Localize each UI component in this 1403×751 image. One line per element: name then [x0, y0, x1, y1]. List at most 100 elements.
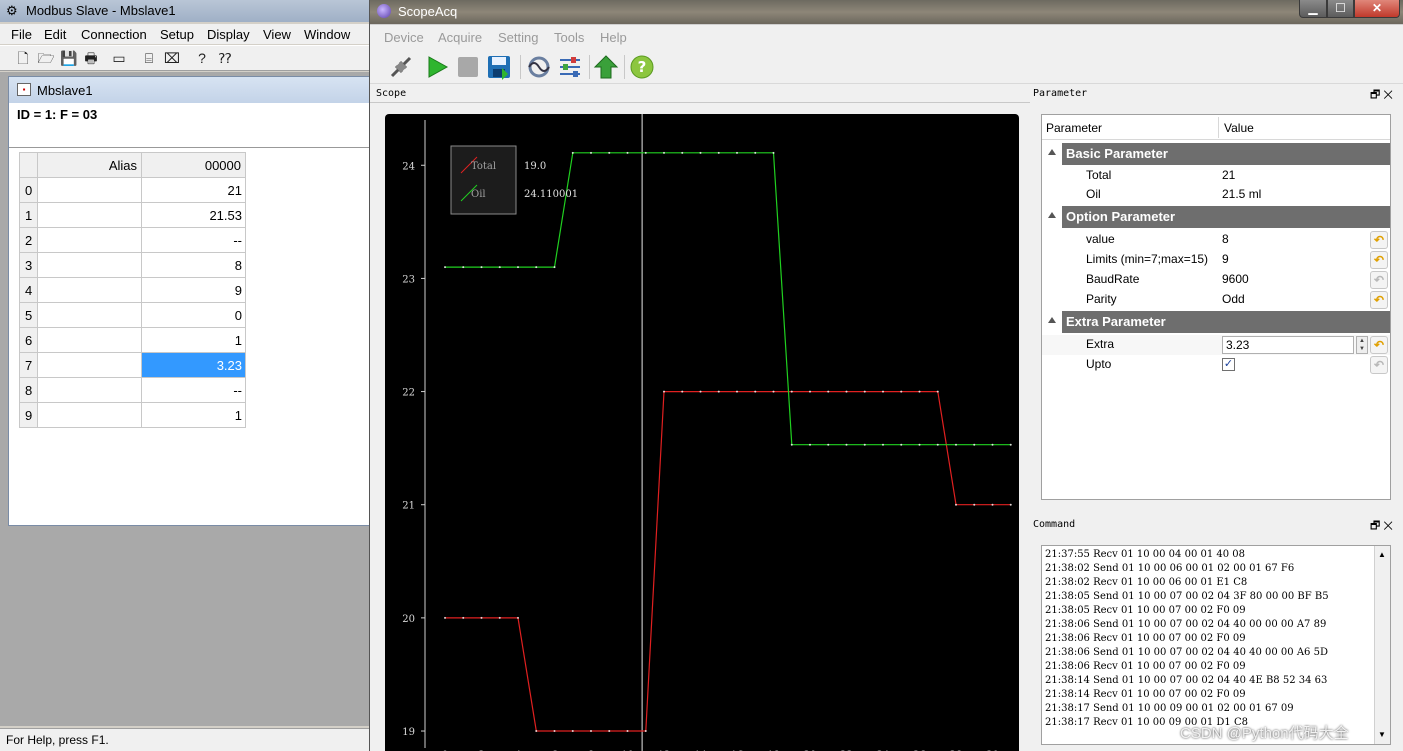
grid-row[interactable]: 1 21.53	[19, 202, 246, 228]
group-extra-parameter[interactable]: Extra Parameter	[1042, 311, 1390, 333]
grid-header-address[interactable]: 00000	[141, 152, 246, 178]
row-index[interactable]: 9	[19, 402, 38, 428]
alias-cell[interactable]	[37, 302, 142, 328]
param-value[interactable]: 9	[1222, 252, 1229, 266]
group-option-parameter[interactable]: Option Parameter	[1042, 206, 1390, 228]
modbus-titlebar[interactable]: ⚙ Modbus Slave - Mbslave1	[0, 0, 372, 22]
extra-spin-buttons[interactable]: ▲ ▼	[1356, 336, 1368, 354]
grid-row[interactable]: 2 --	[19, 227, 246, 253]
grid-row[interactable]: 7 3.23	[19, 352, 246, 378]
reset-undo-icon[interactable]: ↶	[1370, 291, 1388, 309]
row-index[interactable]: 7	[19, 352, 38, 378]
alias-cell[interactable]	[37, 177, 142, 203]
reset-undo-icon[interactable]: ↶	[1370, 231, 1388, 249]
value-cell[interactable]: --	[141, 377, 246, 403]
scroll-down-icon[interactable]: ▼	[1378, 730, 1386, 739]
menu-window[interactable]: Window	[304, 27, 350, 42]
window-icon[interactable]: ▭	[110, 49, 128, 67]
value-cell[interactable]: 1	[141, 402, 246, 428]
row-index[interactable]: 0	[19, 177, 38, 203]
grid-row[interactable]: 91	[19, 402, 246, 428]
open-folder-icon[interactable]: 🗁	[37, 49, 55, 67]
menu-file[interactable]: File	[11, 27, 32, 42]
param-value[interactable]: 9600	[1222, 272, 1249, 286]
grid-row[interactable]: 8 --	[19, 377, 246, 403]
value-cell[interactable]: 8	[141, 252, 246, 278]
signal-settings-icon[interactable]	[526, 54, 552, 80]
param-row-extra[interactable]: Extra ▲▼ ↶	[1042, 335, 1390, 355]
value-cell[interactable]: 9	[141, 277, 246, 303]
param-row-upto[interactable]: Upto ✓ ↶	[1042, 355, 1390, 375]
save-disk-icon[interactable]	[486, 54, 512, 80]
param-value[interactable]: Odd	[1222, 292, 1245, 306]
row-index[interactable]: 8	[19, 377, 38, 403]
save-icon[interactable]: 💾	[60, 49, 78, 67]
alias-cell[interactable]	[37, 402, 142, 428]
param-row-value[interactable]: value 8 ↶	[1042, 230, 1390, 250]
grid-row[interactable]: 38	[19, 252, 246, 278]
menu-display[interactable]: Display	[207, 27, 250, 42]
grid-header-alias[interactable]: Alias	[37, 152, 142, 178]
alias-cell[interactable]	[37, 252, 142, 278]
param-row-total[interactable]: Total 21	[1042, 166, 1390, 186]
extra-value-input[interactable]	[1222, 336, 1354, 354]
alias-cell[interactable]	[37, 227, 142, 253]
value-cell[interactable]: 0	[141, 302, 246, 328]
menu-acquire[interactable]: Acquire	[438, 30, 482, 45]
scroll-up-icon[interactable]: ▲	[1378, 550, 1386, 559]
param-value[interactable]: 21	[1222, 168, 1235, 182]
collapse-arrow-icon[interactable]	[1048, 212, 1056, 218]
menu-setting[interactable]: Setting	[498, 30, 538, 45]
command-dock-buttons[interactable]: 🗗 ✕	[1370, 517, 1393, 536]
value-cell[interactable]: 1	[141, 327, 246, 353]
menu-edit[interactable]: Edit	[44, 27, 66, 42]
maximize-button[interactable]: ☐	[1327, 0, 1354, 18]
upload-arrow-icon[interactable]	[593, 54, 619, 80]
command-log[interactable]: 21:37:55 Recv 01 10 00 04 00 01 40 08 21:…	[1041, 545, 1391, 745]
group-basic-parameter[interactable]: Basic Parameter	[1042, 143, 1390, 165]
menu-setup[interactable]: Setup	[160, 27, 194, 42]
value-cell[interactable]: 21	[141, 177, 246, 203]
stop-icon[interactable]	[455, 54, 481, 80]
print-icon[interactable]: 🖶	[82, 49, 100, 67]
row-index[interactable]: 4	[19, 277, 38, 303]
grid-row[interactable]: 0 21	[19, 177, 246, 203]
row-index[interactable]: 5	[19, 302, 38, 328]
context-help-icon[interactable]: ⁇	[216, 49, 234, 67]
reset-undo-icon[interactable]: ↶	[1370, 336, 1388, 354]
row-index[interactable]: 6	[19, 327, 38, 353]
header-value[interactable]: Value	[1224, 121, 1254, 135]
value-cell[interactable]: 3.23	[141, 352, 246, 378]
grid-row[interactable]: 61	[19, 327, 246, 353]
alias-cell[interactable]	[37, 277, 142, 303]
disconnect-icon[interactable]: ⌧	[163, 49, 181, 67]
collapse-arrow-icon[interactable]	[1048, 317, 1056, 323]
menu-help[interactable]: Help	[600, 30, 627, 45]
menu-device[interactable]: Device	[384, 30, 424, 45]
param-row-oil[interactable]: Oil 21.5 ml	[1042, 185, 1390, 205]
param-value[interactable]: 8	[1222, 232, 1229, 246]
grid-row[interactable]: 49	[19, 277, 246, 303]
help-question-icon[interactable]: ?	[629, 54, 655, 80]
new-file-icon[interactable]: 🗋	[14, 49, 32, 67]
row-index[interactable]: 3	[19, 252, 38, 278]
reset-undo-icon[interactable]: ↶	[1370, 356, 1388, 374]
scopeacq-titlebar[interactable]: ScopeAcq ▁ ☐ ✕	[370, 0, 1403, 24]
grid-row[interactable]: 50	[19, 302, 246, 328]
alias-cell[interactable]	[37, 202, 142, 228]
param-value[interactable]: 21.5 ml	[1222, 187, 1261, 201]
child-titlebar[interactable]: ▪ Mbslave1	[9, 77, 369, 103]
parameter-dock-buttons[interactable]: 🗗 ✕	[1370, 86, 1393, 105]
upto-checkbox[interactable]: ✓	[1222, 358, 1235, 371]
close-button[interactable]: ✕	[1354, 0, 1400, 18]
menu-connection[interactable]: Connection	[81, 27, 147, 42]
connect-icon[interactable]: ⌸	[140, 49, 158, 67]
scope-chart[interactable]: 242322212019024681012141618202224262830 …	[385, 114, 1019, 751]
header-parameter[interactable]: Parameter	[1046, 121, 1102, 135]
command-scrollbar[interactable]: ▲ ▼	[1374, 546, 1390, 744]
alias-cell[interactable]	[37, 352, 142, 378]
param-row-baudrate[interactable]: BaudRate 9600 ↶	[1042, 270, 1390, 290]
sliders-icon[interactable]	[557, 54, 583, 80]
help-icon[interactable]: ?	[193, 49, 211, 67]
connect-plug-icon[interactable]	[388, 54, 414, 80]
